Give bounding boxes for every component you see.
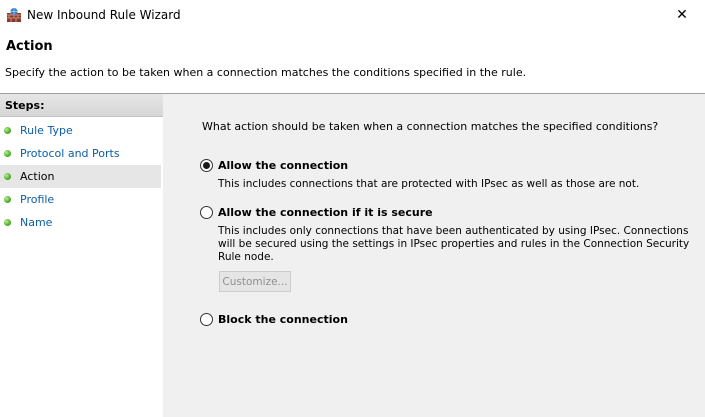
title-bar: New Inbound Rule Wizard ✕ — [0, 0, 705, 30]
allow-connection-radio[interactable] — [200, 159, 213, 172]
customize-button: Customize... — [219, 271, 291, 292]
step-profile[interactable]: Profile — [0, 188, 161, 211]
step-status-icon — [4, 196, 11, 203]
action-pane: What action should be taken when a conne… — [165, 94, 705, 417]
step-status-icon — [4, 219, 11, 226]
steps-header: Steps: — [0, 94, 164, 117]
allow-if-secure-description-line: will be secured using the settings in IP… — [218, 238, 690, 250]
step-status-icon — [4, 150, 11, 157]
page-description: Specify the action to be taken when a co… — [5, 66, 527, 79]
firewall-icon — [7, 8, 21, 22]
block-connection-radio[interactable] — [200, 313, 213, 326]
step-label: Profile — [20, 193, 55, 206]
step-label: Name — [20, 216, 53, 229]
window-title: New Inbound Rule Wizard — [27, 8, 181, 22]
step-status-icon — [4, 173, 11, 180]
action-question: What action should be taken when a conne… — [202, 120, 659, 133]
allow-connection-label[interactable]: Allow the connection — [218, 159, 348, 172]
steps-pane: Steps: Rule Type Protocol and Ports Acti… — [0, 94, 164, 417]
step-rule-type[interactable]: Rule Type — [0, 119, 161, 142]
close-button[interactable]: ✕ — [659, 0, 705, 30]
step-protocol-and-ports[interactable]: Protocol and Ports — [0, 142, 161, 165]
step-label: Rule Type — [20, 124, 73, 137]
step-name[interactable]: Name — [0, 211, 161, 234]
step-action[interactable]: Action — [0, 165, 161, 188]
wizard-header: Action Specify the action to be taken wh… — [0, 30, 705, 93]
step-label: Action — [20, 170, 55, 183]
allow-if-secure-description-line: This includes only connections that have… — [218, 225, 689, 237]
step-status-icon — [4, 127, 11, 134]
allow-if-secure-radio[interactable] — [200, 206, 213, 219]
allow-if-secure-label[interactable]: Allow the connection if it is secure — [218, 206, 433, 219]
allow-if-secure-description-line: Rule node. — [218, 251, 274, 263]
steps-header-label: Steps: — [5, 99, 45, 112]
block-connection-label[interactable]: Block the connection — [218, 313, 348, 326]
step-label: Protocol and Ports — [20, 147, 120, 160]
allow-connection-description: This includes connections that are prote… — [218, 178, 640, 190]
close-icon: ✕ — [676, 7, 688, 23]
page-title: Action — [6, 39, 53, 54]
